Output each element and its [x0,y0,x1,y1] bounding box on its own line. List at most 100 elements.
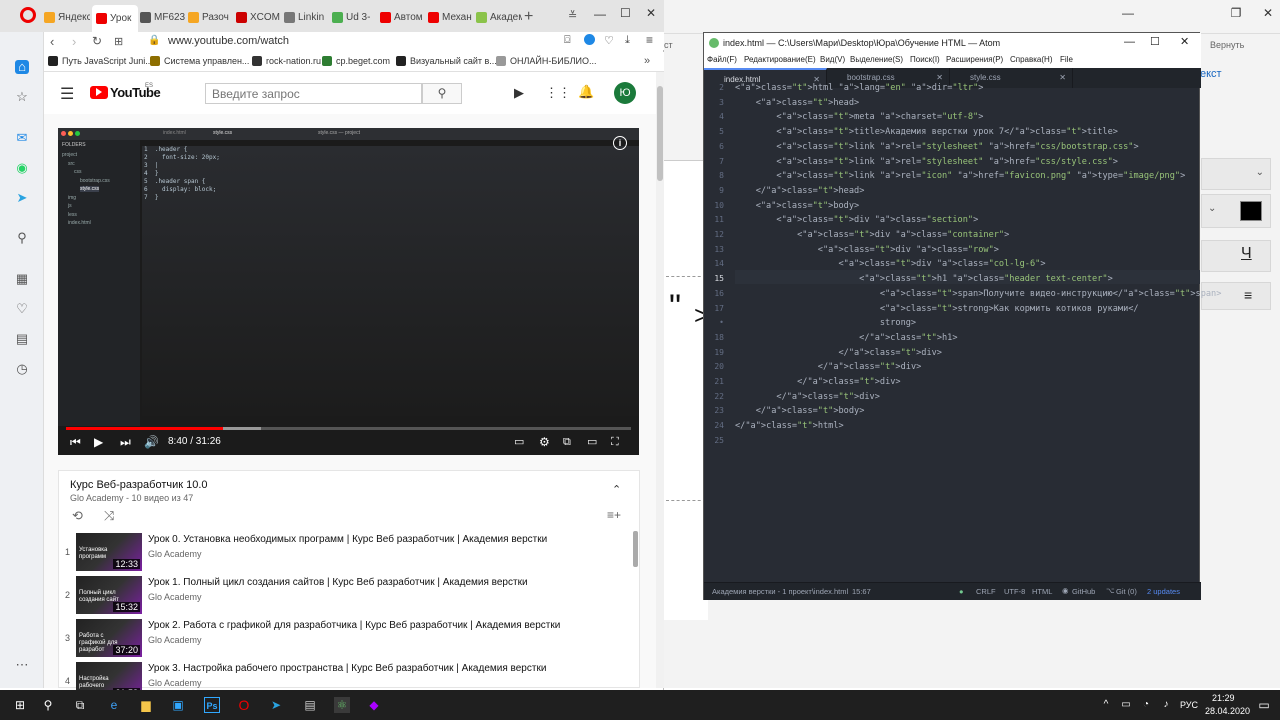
atom-menu-item[interactable]: Поиск(I) [910,55,940,64]
status-encoding[interactable]: UTF-8 [1004,587,1025,596]
tabs-grid-icon[interactable]: ⊞ [114,35,123,48]
camera-icon[interactable]: ⌼ [564,34,571,47]
browser-tab[interactable]: MF623 [140,8,186,26]
bookmark-item[interactable]: Система управлен... [150,56,249,66]
atom-menu-item[interactable]: File [1060,55,1073,64]
news-icon[interactable]: ▤ [15,332,29,346]
opera-icon[interactable]: O [236,697,252,713]
atom-menu-item[interactable]: Выделение(S) [850,55,903,64]
clock-date[interactable]: 28.04.2020 [1205,706,1250,716]
download-icon[interactable]: ⤓ [625,34,630,47]
task-view-icon[interactable]: ⧉ [72,697,88,713]
store-icon[interactable]: ▣ [170,697,186,713]
browser-tab[interactable]: Механ [428,8,474,26]
close-icon[interactable]: ✕ [1258,6,1278,20]
reload-icon[interactable]: ↻ [92,34,102,48]
theater-mode-icon[interactable]: ▭ [587,434,597,450]
close-icon[interactable]: ✕ [1180,35,1189,48]
language-indicator[interactable]: РУС [1180,700,1198,710]
speed-dial-icon[interactable]: ▦ [15,272,29,286]
color-picker[interactable]: ⌄ [1201,194,1271,228]
search-button[interactable]: ⚲ [422,83,462,104]
hamburger-menu-icon[interactable]: ☰ [60,84,74,104]
minimize-icon[interactable]: — [1118,6,1138,20]
heart-icon[interactable]: ♡ [604,34,614,47]
status-grammar[interactable]: HTML [1032,587,1052,596]
whatsapp-icon[interactable]: ◉ [15,161,29,175]
restore-icon[interactable]: ❐ [1226,6,1246,20]
playlist-scrollbar[interactable] [633,531,638,567]
atom-menu-item[interactable]: Редактирование(E) [744,55,816,64]
browser-tab[interactable]: Урок [92,5,138,32]
upload-video-icon[interactable]: ▶ [514,85,524,101]
wifi-icon[interactable]: ◔ [1138,697,1154,713]
shield-icon[interactable] [584,34,595,45]
font-dropdown[interactable]: ⌄ [1201,158,1271,190]
status-updates[interactable]: 2 updates [1147,587,1180,596]
history-icon[interactable]: ◷ [15,362,29,376]
browser-tab[interactable]: Яндекс [44,8,90,26]
status-github[interactable]: GitHub [1072,587,1095,596]
fullscreen-icon[interactable]: ⛶ [611,434,619,450]
atom-menu-item[interactable]: Файл(F) [707,55,737,64]
playlist-item-title[interactable]: Урок 2. Работа с графикой для разработчи… [148,620,560,631]
forward-icon[interactable]: › [72,34,76,49]
collapse-chevron-icon[interactable]: ⌃ [612,483,621,496]
close-icon[interactable]: ✕ [646,6,656,20]
playlist-item[interactable]: 3 Работа с графикой для разработ 37:20 Урок… [59,619,629,661]
status-file-path[interactable]: Академия верстки - 1 проект\index.html [712,587,848,596]
loop-icon[interactable]: ⟲ [72,508,83,524]
miniplayer-icon[interactable]: ⧉ [563,434,571,450]
bookmark-item[interactable]: ОНЛАЙН-БИБЛИО... [496,56,597,66]
tab-menu-icon[interactable]: ≚ [568,9,577,22]
video-player[interactable]: index.html style.css style.css — project… [58,128,639,455]
atom-menu-item[interactable]: Вид(V) [820,55,845,64]
status-eol[interactable]: CRLF [976,587,996,596]
bookmarks-more-button[interactable]: » [644,55,650,67]
browser-tab[interactable]: Разоч [188,8,234,26]
atom-icon[interactable]: ⚛ [334,697,350,713]
bookmark-item[interactable]: cp.beget.com [322,56,390,66]
info-icon[interactable]: i [613,136,627,150]
settings-gear-icon[interactable]: ⚙ [539,434,550,450]
notifications-icon[interactable]: ▭ [1256,697,1272,713]
browser-tab[interactable]: Академ [476,8,522,26]
color-swatch[interactable] [1240,201,1262,221]
windows-start-icon[interactable]: ⊞ [12,697,28,713]
home-icon[interactable]: ⌂ [15,60,29,74]
atom-menu-item[interactable]: Расширения(P) [946,55,1003,64]
status-cursor-position[interactable]: 15:67 [852,587,871,596]
network-icon[interactable]: ▭ [1118,697,1134,713]
underline-button[interactable]: Ч [1201,240,1271,272]
volume-icon[interactable]: 🔊 [144,434,159,450]
clock-time[interactable]: 21:29 [1212,693,1235,703]
video-progress-bar[interactable] [66,427,631,430]
file-explorer-icon[interactable]: ▆ [138,697,154,713]
next-icon[interactable]: ⏭ [120,434,131,450]
minimize-icon[interactable]: — [594,7,606,21]
playlist-item[interactable]: 1 Установка программ 12:33 Урок 0. Установк… [59,533,629,575]
previous-icon[interactable]: ⏮ [70,434,81,450]
bookmark-item[interactable]: rock-nation.ru [252,56,321,66]
youtube-logo-icon[interactable] [90,86,108,99]
menu-icon[interactable]: ≡ [646,33,653,47]
subtitles-icon[interactable]: ▭ [514,434,524,450]
tray-up-icon[interactable]: ^ [1098,697,1114,713]
back-icon[interactable]: ‹ [50,34,54,49]
messenger-icon[interactable]: ✉ [15,131,29,145]
avatar[interactable]: Ю [614,82,636,104]
heart-icon[interactable]: ♡ [15,302,29,316]
bookmark-item[interactable]: Путь JavaScript Juni... [48,56,153,66]
edge-icon[interactable]: e [106,697,122,713]
playlist-item-title[interactable]: Урок 1. Полный цикл создания сайтов | Ку… [148,577,528,588]
notifications-bell-icon[interactable]: 🔔 [578,84,594,100]
playlist-item-title[interactable]: Урок 3. Настройка рабочего пространства … [148,663,546,674]
url-field[interactable]: www.youtube.com/watch [168,35,289,47]
close-tab-icon[interactable]: ✕ [1059,68,1066,88]
code-editor[interactable]: <"a">class="t">html "a">lang="en" "a">di… [704,83,1221,582]
browser-tab[interactable]: Автом [380,8,426,26]
maximize-icon[interactable]: ☐ [1150,35,1160,48]
telegram-icon[interactable]: ➤ [15,191,29,205]
video-thumbnail[interactable]: Работа с графикой для разработ 37:20 [76,619,142,657]
video-thumbnail[interactable]: Полный цикл создания сайт 15:32 [76,576,142,614]
